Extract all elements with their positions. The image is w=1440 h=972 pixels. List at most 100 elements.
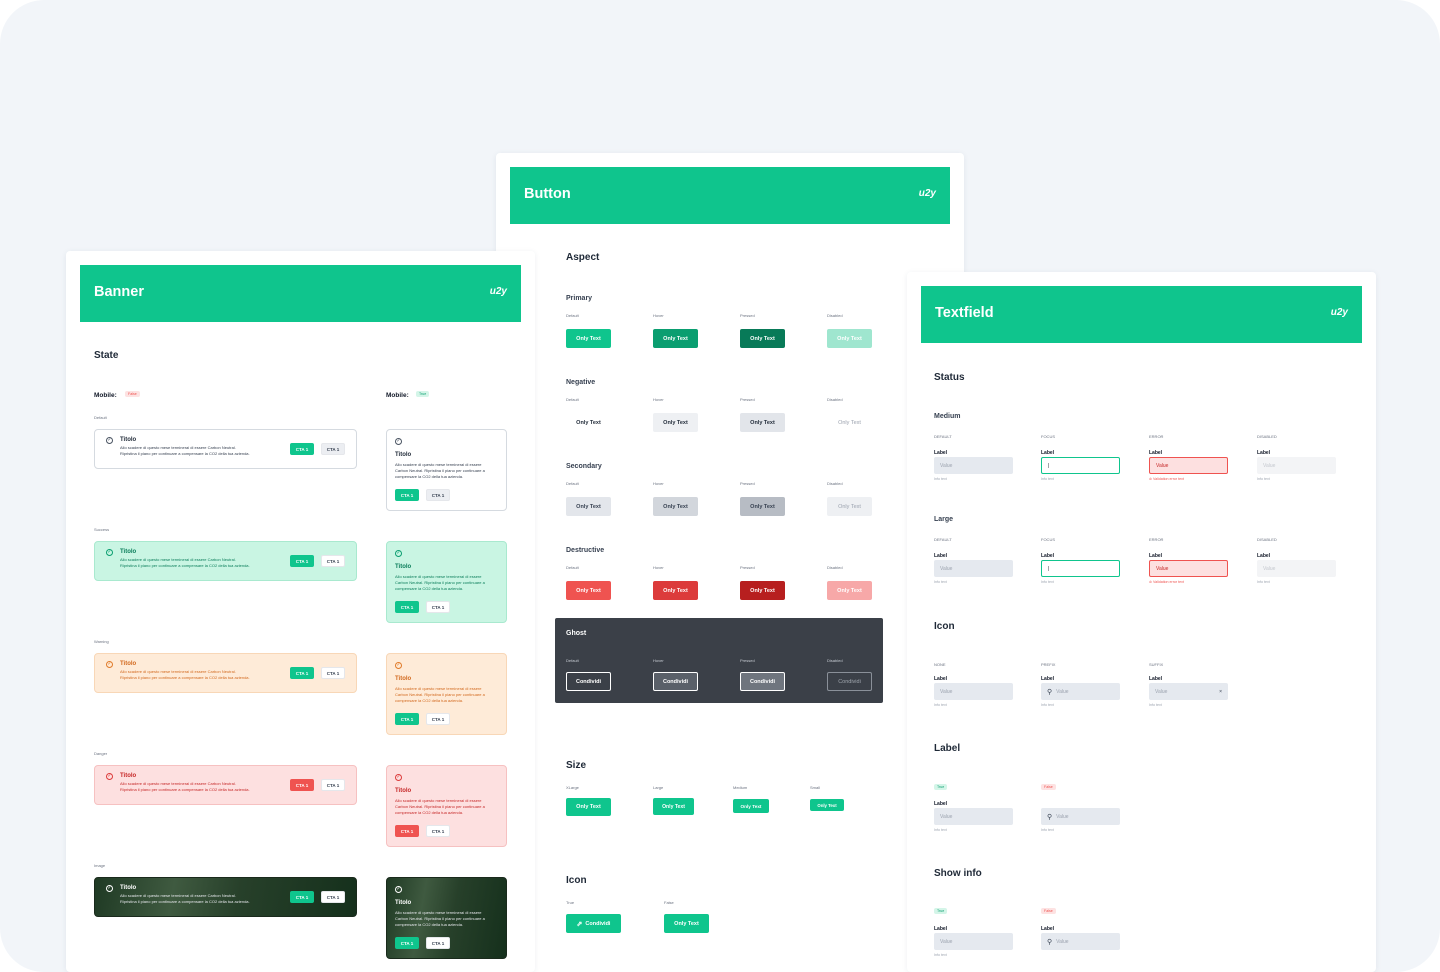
size-button-0[interactable]: Only Text bbox=[566, 798, 611, 816]
large-default-input[interactable]: Value bbox=[934, 560, 1013, 577]
destructive-button-1[interactable]: Only Text bbox=[653, 581, 698, 600]
no-icon-button[interactable]: Only Text bbox=[664, 914, 709, 933]
icon-1-input[interactable]: ⚲ Value bbox=[1041, 683, 1120, 700]
cta-secondary-button[interactable]: CTA 1 bbox=[426, 601, 450, 613]
icon-state-caption: Prefix bbox=[1041, 662, 1056, 667]
medium-error-input[interactable]: Value bbox=[1149, 457, 1228, 474]
label-false-input[interactable]: ⚲ Value bbox=[1041, 808, 1120, 825]
true-badge: True bbox=[416, 391, 430, 397]
state-caption: Disabled bbox=[827, 397, 843, 402]
cta-secondary-button[interactable]: CTA 1 bbox=[426, 937, 450, 949]
input-value: Value bbox=[1263, 462, 1276, 469]
ghost-button-2[interactable]: Condividi bbox=[740, 672, 785, 691]
showinfo-false-label: Label bbox=[1041, 926, 1055, 932]
destructive-button-0[interactable]: Only Text bbox=[566, 581, 611, 600]
size-button-2[interactable]: Only Text bbox=[733, 799, 769, 813]
secondary-button-0[interactable]: Only Text bbox=[566, 497, 611, 516]
secondary-button-1[interactable]: Only Text bbox=[653, 497, 698, 516]
cta-secondary-button[interactable]: CTA 1 bbox=[321, 779, 345, 791]
cta-primary-button[interactable]: CTA 1 bbox=[395, 713, 419, 725]
cta-secondary-button[interactable]: CTA 1 bbox=[321, 555, 345, 567]
mobile-false-label: Mobile: bbox=[94, 392, 117, 399]
showinfo-true-label: Label bbox=[934, 926, 948, 932]
check-circle-icon: ✓ bbox=[395, 886, 402, 893]
check-circle-icon: ✓ bbox=[106, 885, 113, 892]
ghost-button-1[interactable]: Condividi bbox=[653, 672, 698, 691]
medium-focus-info: Info text bbox=[1041, 477, 1054, 481]
cta-primary-button[interactable]: CTA 1 bbox=[395, 489, 419, 501]
large-error-input[interactable]: Value bbox=[1149, 560, 1228, 577]
negative-button-3[interactable]: Only Text bbox=[827, 413, 872, 432]
check-circle-icon: ✓ bbox=[106, 773, 113, 780]
cta-secondary-button[interactable]: CTA 1 bbox=[426, 713, 450, 725]
banner-text: Allo scadere di questo mese terminerai d… bbox=[395, 798, 482, 803]
banner-title: Titolo bbox=[120, 885, 137, 891]
cta-secondary-button[interactable]: CTA 1 bbox=[321, 891, 345, 903]
banner-card: Banner u2y State Mobile: False Mobile: T… bbox=[66, 251, 535, 972]
label-true-label: Label bbox=[934, 801, 948, 807]
negative-button-0[interactable]: Only Text bbox=[566, 413, 611, 432]
state-caption: Default bbox=[934, 434, 952, 439]
size-button-3[interactable]: Only Text bbox=[810, 799, 844, 811]
banner-title: Titolo bbox=[395, 900, 412, 906]
input-value: Value bbox=[940, 938, 953, 945]
cta-secondary-button[interactable]: CTA 1 bbox=[321, 443, 345, 455]
check-circle-icon: ✓ bbox=[395, 774, 402, 781]
state-caption: Default bbox=[934, 537, 952, 542]
icon-2-input[interactable]: Value × bbox=[1149, 683, 1228, 700]
banner-text: Ripristina il piano per continuare a com… bbox=[120, 899, 250, 904]
banner-title: Titolo bbox=[120, 773, 137, 779]
cta-secondary-button[interactable]: CTA 1 bbox=[426, 489, 450, 501]
true-badge: True bbox=[934, 784, 948, 790]
banner-title: Banner bbox=[94, 284, 144, 300]
input-value: Value bbox=[940, 688, 953, 695]
banner-text: compensare la CO2 della tua azienda. bbox=[395, 698, 464, 703]
primary-button-3[interactable]: Only Text bbox=[827, 329, 872, 348]
cta-secondary-button[interactable]: CTA 1 bbox=[426, 825, 450, 837]
icon-button[interactable]: ⇗ Condividi bbox=[566, 914, 621, 933]
large-focus-input[interactable]: | bbox=[1041, 560, 1120, 577]
cta-primary-button[interactable]: CTA 1 bbox=[290, 443, 314, 455]
banner-text: Ripristina il piano per continuare a com… bbox=[120, 675, 250, 680]
false-badge: False bbox=[125, 391, 140, 397]
secondary-button-3[interactable]: Only Text bbox=[827, 497, 872, 516]
medium-default-input[interactable]: Value bbox=[934, 457, 1013, 474]
banner-text: Allo scadere di questo mese terminerai d… bbox=[120, 445, 236, 450]
showinfo-false-input[interactable]: ⚲ Value bbox=[1041, 933, 1120, 950]
label-true-input[interactable]: Value bbox=[934, 808, 1013, 825]
large-error-label: Label bbox=[1149, 553, 1163, 559]
cta-primary-button[interactable]: CTA 1 bbox=[290, 779, 314, 791]
primary-button-2[interactable]: Only Text bbox=[740, 329, 785, 348]
textfield-card: Textfield u2y Status Medium Large Icon L… bbox=[907, 272, 1376, 972]
icon-1-label: Label bbox=[1041, 676, 1055, 682]
primary-button-0[interactable]: Only Text bbox=[566, 329, 611, 348]
destructive-button-2[interactable]: Only Text bbox=[740, 581, 785, 600]
state-heading: State bbox=[94, 350, 119, 361]
medium-focus-input[interactable]: | bbox=[1041, 457, 1120, 474]
ghost-button-0[interactable]: Condividi bbox=[566, 672, 611, 691]
cta-primary-button[interactable]: CTA 1 bbox=[290, 891, 314, 903]
secondary-button-2[interactable]: Only Text bbox=[740, 497, 785, 516]
check-circle-icon: ✓ bbox=[395, 550, 402, 557]
icon-0-input[interactable]: Value bbox=[934, 683, 1013, 700]
state-caption: Disabled bbox=[1257, 434, 1277, 439]
input-value: Value bbox=[1056, 813, 1069, 820]
cta-primary-button[interactable]: CTA 1 bbox=[395, 601, 419, 613]
cta-primary-button[interactable]: CTA 1 bbox=[395, 825, 419, 837]
destructive-button-3[interactable]: Only Text bbox=[827, 581, 872, 600]
negative-button-2[interactable]: Only Text bbox=[740, 413, 785, 432]
negative-button-1[interactable]: Only Text bbox=[653, 413, 698, 432]
icon-heading: Icon bbox=[934, 621, 955, 632]
ghost-button-3[interactable]: Condividi bbox=[827, 672, 872, 691]
input-value: Value bbox=[940, 813, 953, 820]
showinfo-true-input[interactable]: Value bbox=[934, 933, 1013, 950]
size-button-1[interactable]: Only Text bbox=[653, 798, 694, 815]
cta-primary-button[interactable]: CTA 1 bbox=[290, 667, 314, 679]
cta-secondary-button[interactable]: CTA 1 bbox=[321, 667, 345, 679]
primary-button-1[interactable]: Only Text bbox=[653, 329, 698, 348]
clear-icon[interactable]: × bbox=[1219, 689, 1222, 695]
state-caption: Hover bbox=[653, 397, 664, 402]
danger-banner: ✓ Titolo Allo scadere di questo mese termi… bbox=[94, 765, 357, 805]
cta-primary-button[interactable]: CTA 1 bbox=[290, 555, 314, 567]
cta-primary-button[interactable]: CTA 1 bbox=[395, 937, 419, 949]
